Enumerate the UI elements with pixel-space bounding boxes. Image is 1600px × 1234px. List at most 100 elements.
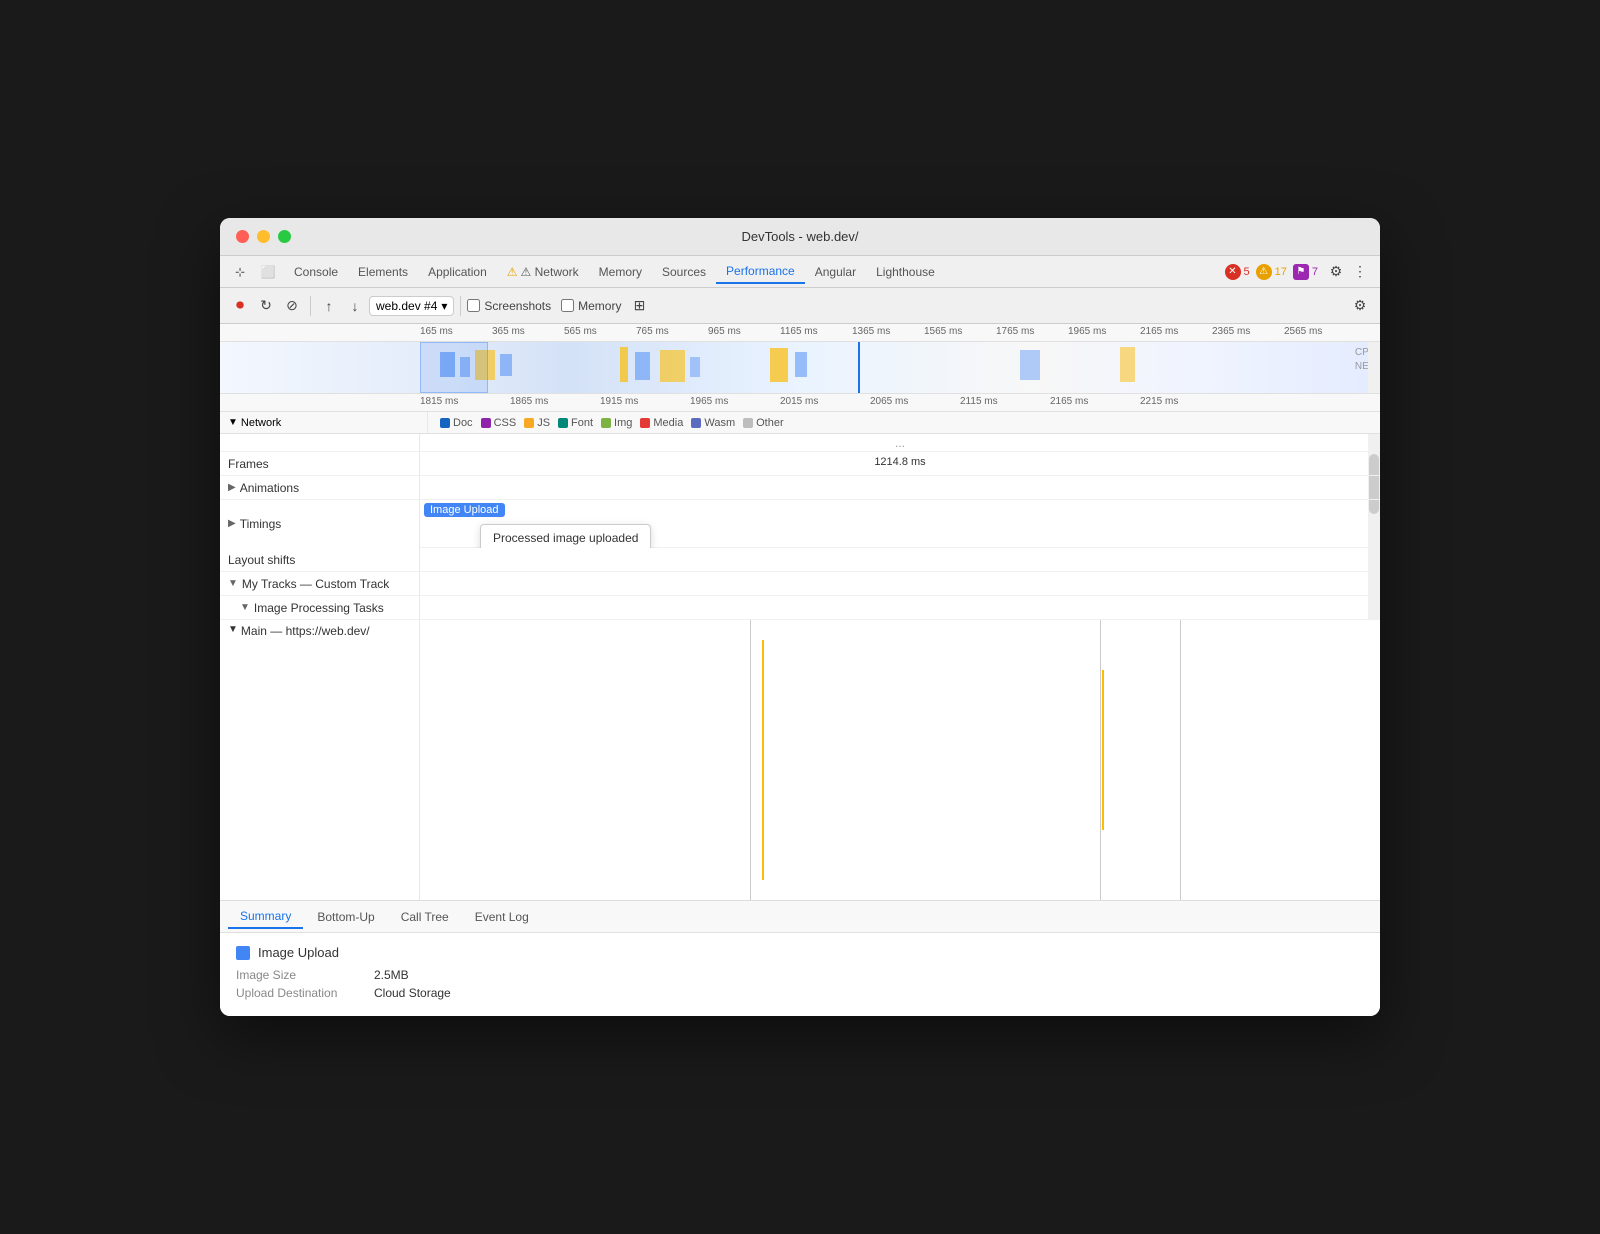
tab-performance[interactable]: Performance [716,260,805,284]
tick-765: 765 ms [636,326,669,337]
bottom-tab-eventlog[interactable]: Event Log [463,906,541,928]
tick-2565: 2565 ms [1284,326,1322,337]
summary-value-destination: Cloud Storage [374,986,451,1000]
close-button[interactable] [236,230,249,243]
tick-2165: 2165 ms [1140,326,1178,337]
stk-1865: 1865 ms [510,396,548,407]
tab-application[interactable]: Application [418,261,497,283]
settings-icon[interactable]: ⚙ [1324,260,1348,284]
window-title: DevTools - web.dev/ [741,229,858,244]
image-upload-chip[interactable]: Image Upload [424,503,505,517]
bottom-tab-bar: Summary Bottom-Up Call Tree Event Log [220,901,1380,933]
upload-button[interactable]: ↑ [317,294,341,318]
summary-row-size: Image Size 2.5MB [236,968,1364,982]
bottom-panel: Summary Bottom-Up Call Tree Event Log Im… [220,900,1380,1016]
track-layout-shifts: Layout shifts [220,548,1380,572]
summary-color-indicator [236,946,250,960]
legend-img: Img [601,417,632,429]
track-image-processing: ▼ Image Processing Tasks [220,596,1380,620]
network-legend: ▼ Network Doc CSS JS Font Img [220,412,1380,434]
my-tracks-expand-icon: ▼ [228,578,238,589]
track-image-processing-content[interactable] [420,596,1380,619]
legend-wasm: Wasm [691,417,735,429]
bottom-tab-bottomup[interactable]: Bottom-Up [305,906,386,928]
yellow-marker-1 [762,640,764,880]
warning-badge: ⚠ 17 [1256,264,1287,280]
main-thread-content[interactable] [420,620,1380,900]
timings-expand-icon: ▶ [228,518,236,529]
image-processing-expand-icon: ▼ [240,602,250,613]
reload-record-button[interactable]: ↻ [254,294,278,318]
flame-chart-minimap[interactable]: CPU NET [220,342,1380,394]
stk-2115: 2115 ms [960,396,998,407]
track-frames: Frames 1214.8 ms [220,452,1380,476]
track-animations: ▶ Animations [220,476,1380,500]
memory-checkbox[interactable] [561,299,574,312]
track-frames-label: Frames [220,452,420,475]
track-layout-shifts-content[interactable] [420,548,1380,571]
inspect-element-icon[interactable]: ⊹ [228,260,252,284]
track-timings-label[interactable]: ▶ Timings [220,500,420,548]
main-thread-label: ▼ Main — https://web.dev/ [220,620,420,900]
tab-console[interactable]: Console [284,261,348,283]
info-badge: ⚑ 7 [1293,264,1318,280]
stk-1965: 1965 ms [690,396,728,407]
timeline-ruler-top: 165 ms 365 ms 565 ms 765 ms 965 ms 1165 … [220,324,1380,342]
ref-line-1 [750,620,751,900]
main-thread-row: ▼ Main — https://web.dev/ [220,620,1380,900]
clear-button[interactable]: ⊘ [280,294,304,318]
separator-2 [460,296,461,316]
ref-line-2 [1100,620,1101,900]
error-badge: ✕ 5 [1225,264,1250,280]
maximize-button[interactable] [278,230,291,243]
separator-1 [310,296,311,316]
legend-other: Other [743,417,784,429]
capture-settings-icon[interactable]: ⊞ [627,294,651,318]
summary-row-destination: Upload Destination Cloud Storage [236,986,1364,1000]
stk-1915: 1915 ms [600,396,638,407]
chevron-down-icon: ▾ [441,299,447,313]
download-button[interactable]: ↓ [343,294,367,318]
devtools-window: DevTools - web.dev/ ⊹ ⬜ Console Elements… [220,218,1380,1016]
record-button[interactable]: ⏺ [228,294,252,318]
tick-1365: 1365 ms [852,326,890,337]
legend-doc: Doc [440,417,473,429]
stk-1815: 1815 ms [420,396,458,407]
bottom-tab-calltree[interactable]: Call Tree [389,906,461,928]
tick-1965: 1965 ms [1068,326,1106,337]
tick-165: 165 ms [420,326,453,337]
legend-css: CSS [481,417,517,429]
more-options-icon[interactable]: ⋮ [1348,260,1372,284]
tab-angular[interactable]: Angular [805,261,866,283]
tick-1565: 1565 ms [924,326,962,337]
track-animations-label[interactable]: ▶ Animations [220,476,420,499]
stk-2215: 2215 ms [1140,396,1178,407]
network-expand-arrow[interactable]: ▼ [228,417,238,428]
perf-settings-icon[interactable]: ⚙ [1348,294,1372,318]
tooltip-processed-image: Processed image uploaded [480,524,651,548]
tab-memory[interactable]: Memory [589,261,652,283]
track-layout-shifts-label: Layout shifts [220,548,420,571]
titlebar: DevTools - web.dev/ [220,218,1380,256]
track-frames-content[interactable]: 1214.8 ms [420,452,1380,475]
summary-label-destination: Upload Destination [236,986,366,1000]
tab-lighthouse[interactable]: Lighthouse [866,261,945,283]
track-my-tracks-label[interactable]: ▼ My Tracks — Custom Track [220,572,420,595]
device-toggle-icon[interactable]: ⬜ [256,260,280,284]
summary-content: Image Upload Image Size 2.5MB Upload Des… [220,933,1380,1016]
screenshots-checkbox[interactable] [467,299,480,312]
track-image-processing-label[interactable]: ▼ Image Processing Tasks [220,596,420,619]
tab-network[interactable]: ⚠ ⚠ Network [497,261,589,283]
track-timings-content[interactable]: Image Upload Processed image uploaded [420,500,1380,548]
tab-sources[interactable]: Sources [652,261,716,283]
memory-toggle[interactable]: Memory [561,299,621,313]
tick-565: 565 ms [564,326,597,337]
track-my-tracks-content[interactable] [420,572,1380,595]
tab-elements[interactable]: Elements [348,261,418,283]
minimize-button[interactable] [257,230,270,243]
bottom-tab-summary[interactable]: Summary [228,905,303,929]
session-selector[interactable]: web.dev #4 ▾ [369,296,454,316]
screenshots-toggle[interactable]: Screenshots [467,299,551,313]
performance-toolbar: ⏺ ↻ ⊘ ↑ ↓ web.dev #4 ▾ Screenshots Memor… [220,288,1380,324]
track-animations-content[interactable] [420,476,1380,499]
